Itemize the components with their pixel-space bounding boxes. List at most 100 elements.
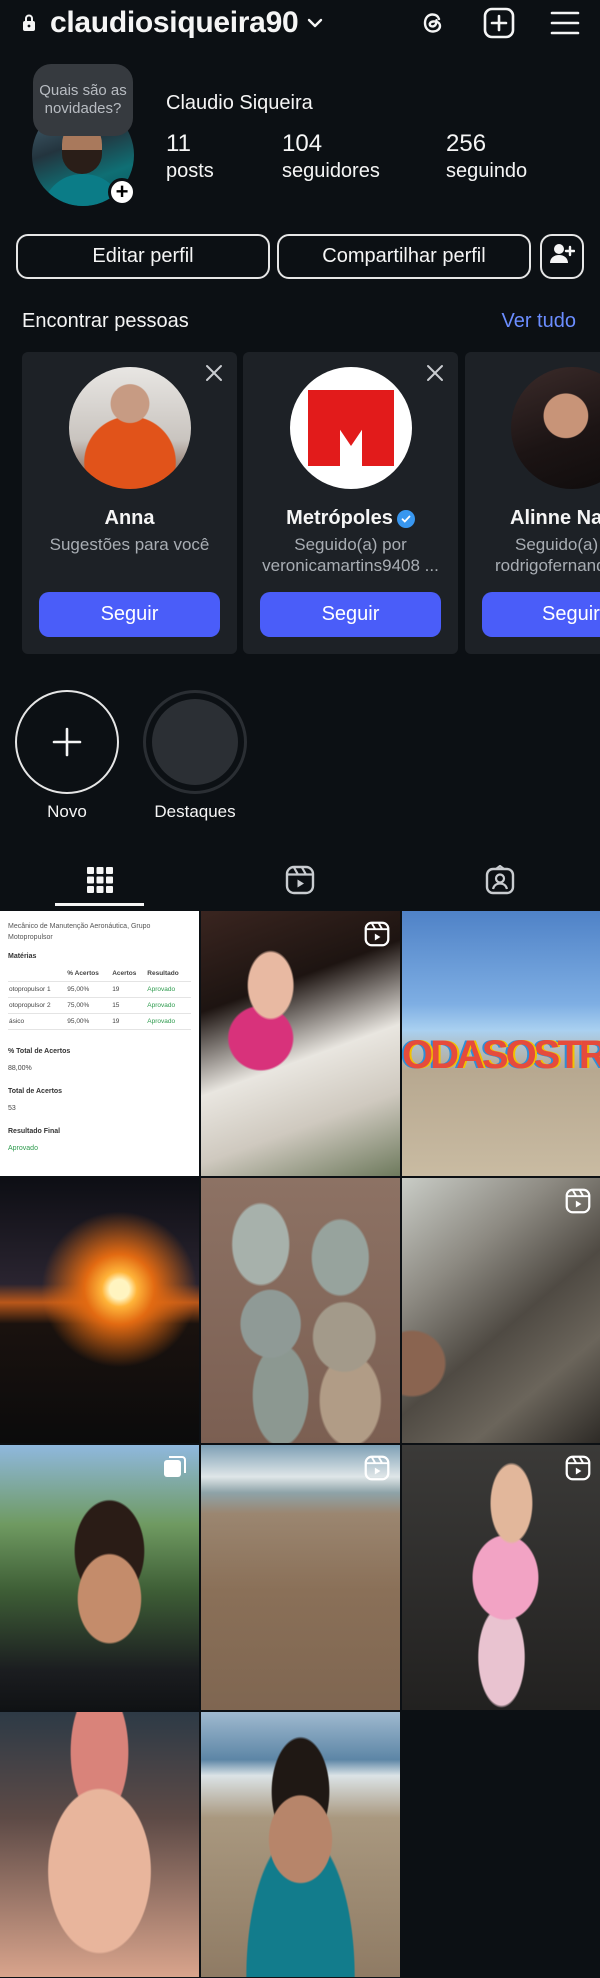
doc-total-label: Total de Acertos (8, 1088, 63, 1095)
doc-cell: otopropulsor 1 (8, 981, 67, 998)
new-highlight-circle (15, 690, 119, 794)
plus-icon (52, 727, 82, 757)
post-thumbnail[interactable] (402, 1178, 600, 1443)
doc-result: Aprovado (8, 1145, 38, 1152)
username-title[interactable]: claudiosiqueira90 (50, 6, 299, 40)
suggestion-name: Metrópoles (243, 507, 458, 530)
doc-cell: Aprovado (146, 1013, 191, 1030)
menu-icon[interactable] (548, 6, 582, 40)
post-thumbnail[interactable] (0, 1445, 199, 1710)
chevron-down-icon[interactable] (306, 14, 324, 32)
follow-button-label: Seguir (542, 603, 600, 625)
highlight-circle (143, 690, 247, 794)
stat-following[interactable]: 256 seguindo (446, 130, 527, 184)
doc-subjects-title: Matérias (8, 953, 37, 960)
reels-icon (285, 865, 315, 895)
suggestion-reason-line1: Seguido(a) por (294, 535, 407, 554)
post-thumbnail[interactable]: ODASOSTRAS (402, 911, 600, 1176)
stat-label: seguidores (282, 160, 380, 182)
suggestion-card[interactable]: Anna Sugestões para você Seguir (22, 352, 237, 654)
suggestion-avatar (69, 367, 191, 489)
doc-cell: 75,00% (66, 997, 112, 1014)
stat-label: seguindo (446, 160, 528, 182)
doc-cell: Aprovado (146, 997, 191, 1014)
post-thumbnail[interactable] (201, 911, 400, 1176)
empty-cell (402, 1712, 600, 1977)
beach-sign-text: ODASOSTRAS (402, 1033, 600, 1077)
suggestion-avatar (290, 367, 412, 489)
verified-badge-icon (396, 509, 415, 528)
tab-reels[interactable] (200, 852, 400, 908)
doc-total-pct-label: % Total de Acertos (8, 1048, 71, 1055)
close-icon[interactable] (203, 362, 225, 384)
active-tab-indicator (55, 903, 144, 906)
reel-icon (364, 921, 390, 947)
threads-icon[interactable] (416, 6, 450, 40)
post-thumbnail[interactable] (201, 1178, 400, 1443)
suggestion-reason-line2: veronicamartins9408 ... (262, 556, 439, 575)
full-name: Claudio Siqueira (166, 92, 313, 114)
new-highlight[interactable]: Novo (15, 690, 119, 822)
follow-button[interactable]: Seguir (482, 592, 600, 637)
doc-result-label: Resultado Final (8, 1128, 61, 1135)
discover-people-button[interactable] (540, 234, 584, 279)
suggestion-name-text: Alinne Nay (510, 507, 600, 529)
doc-total-pct: 88,00% (8, 1065, 32, 1072)
stat-label: posts (166, 160, 214, 182)
note-bubble[interactable]: Quais são as novidades? (33, 64, 133, 136)
doc-cell: 15 (111, 997, 147, 1014)
add-person-icon (549, 243, 576, 271)
doc-col: Resultado (146, 966, 191, 982)
suggestion-reason: Sugestões para você (49, 535, 210, 554)
suggestion-reason-line2: rodrigofernand (495, 556, 600, 575)
doc-heading: Mecânico de Manutenção Aeronáutica, Grup… (8, 923, 151, 941)
header-actions (416, 6, 582, 40)
tab-posts[interactable] (0, 852, 200, 908)
doc-cell: 19 (111, 981, 147, 998)
post-thumbnail[interactable]: Mecânico de Manutenção Aeronáutica, Grup… (0, 911, 199, 1176)
follow-button[interactable]: Seguir (39, 592, 220, 637)
doc-cell: 19 (111, 1013, 147, 1030)
post-thumbnail[interactable] (201, 1712, 400, 1977)
suggestion-name: Alinne Nay (465, 507, 600, 530)
profile-tabs (0, 852, 600, 908)
create-icon[interactable] (482, 6, 516, 40)
highlight-item[interactable]: Destaques (143, 690, 247, 822)
profile-page: { "header": { "username": "claudiosiquei… (0, 0, 600, 1978)
tab-tagged[interactable] (400, 852, 600, 908)
stat-followers[interactable]: 104 seguidores (282, 130, 380, 184)
doc-total: 53 (8, 1105, 16, 1112)
close-icon[interactable] (424, 362, 446, 384)
suggestion-avatar (511, 367, 600, 489)
doc-cell: otopropulsor 2 (8, 997, 67, 1014)
reel-icon (565, 1455, 591, 1481)
metropoles-logo (308, 390, 394, 466)
doc-cell: 95,00% (66, 981, 112, 998)
suggestion-card[interactable]: Metrópoles Seguido(a) por veronicamartin… (243, 352, 458, 654)
add-story-icon[interactable]: + (108, 178, 136, 206)
doc-col: % Acertos (66, 966, 112, 982)
suggestion-reason: Seguido(a) rodrigofernand (473, 534, 600, 576)
edit-profile-button[interactable]: Editar perfil (16, 234, 270, 279)
share-profile-button[interactable]: Compartilhar perfil (277, 234, 531, 279)
post-thumbnail[interactable] (201, 1445, 400, 1710)
post-thumbnail[interactable] (0, 1178, 199, 1443)
stat-posts[interactable]: 11 posts (166, 130, 214, 184)
stat-count: 256 (446, 130, 487, 157)
tagged-icon (485, 865, 515, 895)
stat-count: 104 (282, 130, 323, 157)
find-people-title: Encontrar pessoas (22, 310, 189, 332)
post-thumbnail[interactable] (402, 1445, 600, 1710)
doc-cell: 95,00% (66, 1013, 112, 1030)
suggestion-card[interactable]: Alinne Nay Seguido(a) rodrigofernand Seg… (465, 352, 600, 654)
reel-icon (565, 1188, 591, 1214)
suggestion-reason-line1: Seguido(a) (515, 535, 599, 554)
suggestion-reason: Seguido(a) por veronicamartins9408 ... (251, 534, 450, 576)
post-thumbnail[interactable] (0, 1712, 199, 1977)
follow-button[interactable]: Seguir (260, 592, 441, 637)
lock-icon (22, 14, 36, 32)
see-all-link[interactable]: Ver tudo (501, 310, 576, 333)
doc-cell: Aprovado (146, 981, 191, 998)
highlight-label: Novo (47, 802, 87, 821)
suggestion-name-text: Anna (104, 507, 155, 529)
